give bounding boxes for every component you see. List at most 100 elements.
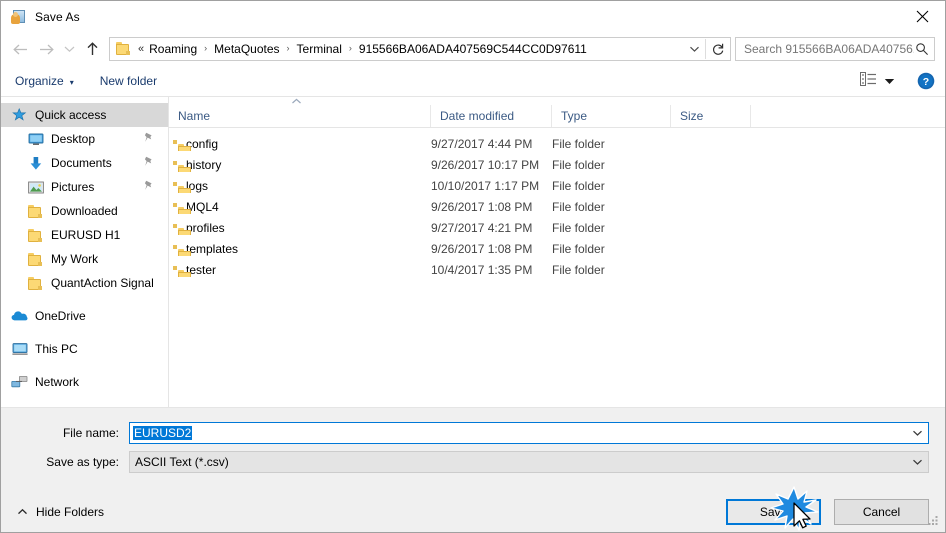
- table-row[interactable]: profiles 9/27/2017 4:21 PM File folder: [169, 217, 945, 238]
- search-icon: [914, 42, 930, 56]
- sidebar-item-label: Network: [35, 375, 80, 389]
- sidebar-item-quick-access[interactable]: Quick access: [1, 103, 168, 127]
- sidebar-item-eurusd-h1[interactable]: EURUSD H1: [1, 223, 168, 247]
- sidebar-item-onedrive[interactable]: OneDrive: [1, 304, 168, 328]
- table-row[interactable]: config 9/27/2017 4:44 PM File folder: [169, 133, 945, 154]
- save-form: File name: EURUSD2 Save as type: ASCII T…: [1, 408, 945, 480]
- file-name-cell: logs: [169, 179, 431, 193]
- sidebar-item-downloaded[interactable]: Downloaded: [1, 199, 168, 223]
- file-date-cell: 9/27/2017 4:44 PM: [431, 136, 533, 151]
- table-row[interactable]: MQL4 9/26/2017 1:08 PM File folder: [169, 196, 945, 217]
- star-icon: [11, 107, 28, 123]
- recent-locations-chevron-down-icon[interactable]: [59, 36, 79, 62]
- resize-grip-icon[interactable]: [927, 514, 940, 527]
- savetype-row: Save as type: ASCII Text (*.csv): [17, 451, 929, 473]
- this-pc-icon: [11, 341, 28, 357]
- caret-down-icon: ▾: [69, 77, 74, 87]
- address-bar[interactable]: « Roaming › MetaQuotes › Terminal › 9155…: [109, 37, 731, 61]
- breadcrumb-item-roaming[interactable]: Roaming: [147, 42, 199, 56]
- address-chevron-down-icon[interactable]: [683, 38, 705, 60]
- onedrive-icon: [11, 308, 28, 324]
- column-header-type[interactable]: Type: [552, 105, 671, 127]
- file-type-cell: File folder: [552, 178, 605, 193]
- change-view-button[interactable]: [860, 71, 895, 91]
- column-header-date-modified[interactable]: Date modified: [431, 105, 552, 127]
- cancel-button-label: Cancel: [862, 505, 901, 519]
- file-type-cell: File folder: [552, 241, 605, 256]
- savetype-select[interactable]: ASCII Text (*.csv): [129, 451, 929, 473]
- filename-chevron-down-icon[interactable]: [906, 429, 928, 437]
- refresh-icon[interactable]: [706, 38, 730, 60]
- sidebar-item-quantaction-signal[interactable]: QuantAction Signal: [1, 271, 168, 295]
- file-name-label: templates: [186, 241, 239, 256]
- file-name-cell: MQL4: [169, 200, 431, 214]
- navigation-bar: « Roaming › MetaQuotes › Terminal › 9155…: [1, 32, 945, 66]
- folder-icon: [27, 251, 44, 267]
- sidebar-item-label: Pictures: [51, 180, 95, 194]
- save-button[interactable]: Save: [726, 499, 821, 525]
- pin-icon[interactable]: [144, 156, 154, 170]
- hide-folders-label: Hide Folders: [36, 505, 105, 519]
- sort-ascending-icon: [169, 97, 945, 105]
- file-type-cell: File folder: [552, 220, 605, 235]
- column-header-size[interactable]: Size: [671, 105, 751, 127]
- savetype-chevron-down-icon[interactable]: [906, 458, 928, 466]
- up-icon[interactable]: [79, 36, 105, 62]
- filename-input[interactable]: EURUSD2: [129, 422, 929, 444]
- file-type-cell: File folder: [552, 199, 605, 214]
- sidebar-item-desktop[interactable]: Desktop: [1, 127, 168, 151]
- file-date-cell: 10/10/2017 1:17 PM: [431, 178, 540, 193]
- window-title: Save As: [35, 9, 80, 24]
- save-button-label: Save: [759, 505, 788, 519]
- file-date-cell: 10/4/2017 1:35 PM: [431, 262, 533, 277]
- sidebar-item-label: My Work: [51, 252, 99, 266]
- sidebar-item-label: OneDrive: [35, 309, 86, 323]
- search-input[interactable]: Search 915566BA06ADA40756...: [735, 37, 935, 61]
- cancel-button[interactable]: Cancel: [834, 499, 929, 525]
- pin-icon[interactable]: [144, 180, 154, 194]
- new-folder-button[interactable]: New folder: [100, 74, 157, 88]
- column-header-filler: [751, 105, 945, 127]
- sidebar-item-network[interactable]: Network: [1, 370, 168, 394]
- new-folder-label: New folder: [99, 74, 158, 88]
- file-list-rows: config 9/27/2017 4:44 PM File folder his…: [169, 128, 945, 407]
- address-folder-icon: [116, 42, 132, 56]
- forward-icon[interactable]: [33, 36, 59, 62]
- file-name-label: profiles: [186, 220, 225, 235]
- network-icon: [11, 374, 28, 390]
- breadcrumb-separator-icon: ›: [348, 43, 352, 53]
- hide-folders-button[interactable]: Hide Folders: [17, 505, 104, 519]
- close-icon[interactable]: [899, 1, 945, 32]
- pin-icon[interactable]: [144, 132, 154, 146]
- sidebar-item-documents[interactable]: Documents: [1, 151, 168, 175]
- file-name-cell: templates: [169, 242, 431, 256]
- table-row[interactable]: templates 9/26/2017 1:08 PM File folder: [169, 238, 945, 259]
- filename-value: EURUSD2: [133, 426, 193, 440]
- filename-row: File name: EURUSD2: [17, 422, 929, 444]
- title-bar: Save As: [1, 1, 945, 32]
- sidebar-item-my-work[interactable]: My Work: [1, 247, 168, 271]
- organize-button[interactable]: Organize ▾: [15, 74, 74, 88]
- breadcrumb-item-metaquotes[interactable]: MetaQuotes: [212, 42, 281, 56]
- help-icon[interactable]: ?: [917, 72, 935, 90]
- sidebar-item-this-pc[interactable]: This PC: [1, 337, 168, 361]
- breadcrumb-item-terminal[interactable]: Terminal: [295, 42, 344, 56]
- sidebar-item-label: Downloaded: [51, 204, 118, 218]
- sidebar-item-pictures[interactable]: Pictures: [1, 175, 168, 199]
- chevron-up-icon: [17, 505, 28, 519]
- table-row[interactable]: logs 10/10/2017 1:17 PM File folder: [169, 175, 945, 196]
- view-caret-down-icon[interactable]: [884, 72, 895, 90]
- breadcrumb-item-terminal-id[interactable]: 915566BA06ADA407569C544CC0D97611: [357, 42, 589, 56]
- search-placeholder: Search 915566BA06ADA40756...: [744, 42, 914, 56]
- breadcrumb-overflow[interactable]: «: [136, 43, 147, 55]
- column-header-name[interactable]: Name: [169, 105, 431, 127]
- folder-icon: [27, 227, 44, 243]
- table-row[interactable]: history 9/26/2017 10:17 PM File folder: [169, 154, 945, 175]
- table-row[interactable]: tester 10/4/2017 1:35 PM File folder: [169, 259, 945, 280]
- back-icon[interactable]: [7, 36, 33, 62]
- file-date-cell: 9/26/2017 1:08 PM: [431, 199, 533, 214]
- command-bar: Organize ▾ New folder ?: [1, 66, 945, 97]
- svg-text:?: ?: [923, 76, 929, 88]
